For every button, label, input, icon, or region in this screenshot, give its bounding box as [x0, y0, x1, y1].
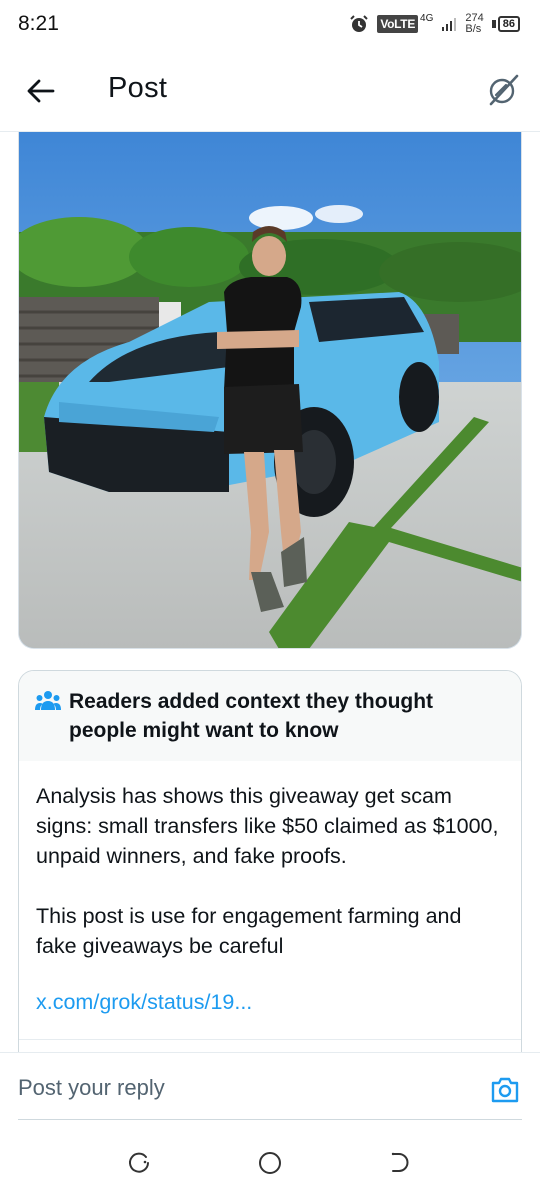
battery-level: 86: [497, 16, 520, 32]
status-time: 8:21: [18, 12, 59, 35]
alarm-icon: [350, 15, 369, 32]
post-photo[interactable]: [18, 132, 522, 649]
recent-apps-icon[interactable]: [126, 1150, 152, 1176]
top-app-bar: Post: [0, 48, 540, 132]
volte-badge: VoLTE: [377, 15, 419, 33]
community-note-header: Readers added context they thought peopl…: [19, 671, 521, 761]
divider: [19, 1039, 521, 1040]
status-icons: VoLTE 4G 274 B/s 86: [349, 13, 520, 35]
reply-input-underline: [18, 1119, 522, 1120]
community-note-heading: Readers added context they thought peopl…: [69, 690, 434, 742]
people-icon: [35, 691, 61, 710]
community-note-card[interactable]: Readers added context they thought peopl…: [18, 670, 522, 1070]
network-speed: 274 B/s: [465, 13, 483, 35]
reply-input[interactable]: Post your reply: [18, 1075, 165, 1101]
camera-icon[interactable]: [490, 1076, 520, 1104]
battery-icon: 86: [491, 16, 520, 32]
back-nav-icon[interactable]: [388, 1150, 414, 1176]
system-navigation-bar: [0, 1122, 540, 1200]
community-note-paragraph: Analysis has shows this giveaway get sca…: [36, 784, 499, 868]
community-note-body: Analysis has shows this giveaway get sca…: [19, 761, 521, 1017]
signal-icon: [442, 18, 457, 31]
page-title: Post: [108, 72, 168, 104]
grok-icon[interactable]: [486, 73, 520, 107]
home-icon[interactable]: [257, 1150, 283, 1176]
network-speed-unit: B/s: [465, 23, 482, 35]
community-note-source-link[interactable]: x.com/grok/status/19...: [36, 987, 503, 1017]
status-bar: 8:21 VoLTE 4G 274 B/s 86: [0, 0, 540, 48]
post-photo-illustration: [19, 132, 521, 648]
community-note-paragraph: This post is use for engagement farming …: [36, 904, 462, 958]
network-generation: 4G: [420, 12, 434, 24]
arrow-left-icon[interactable]: [26, 76, 56, 106]
reply-bar: Post your reply: [0, 1052, 540, 1122]
